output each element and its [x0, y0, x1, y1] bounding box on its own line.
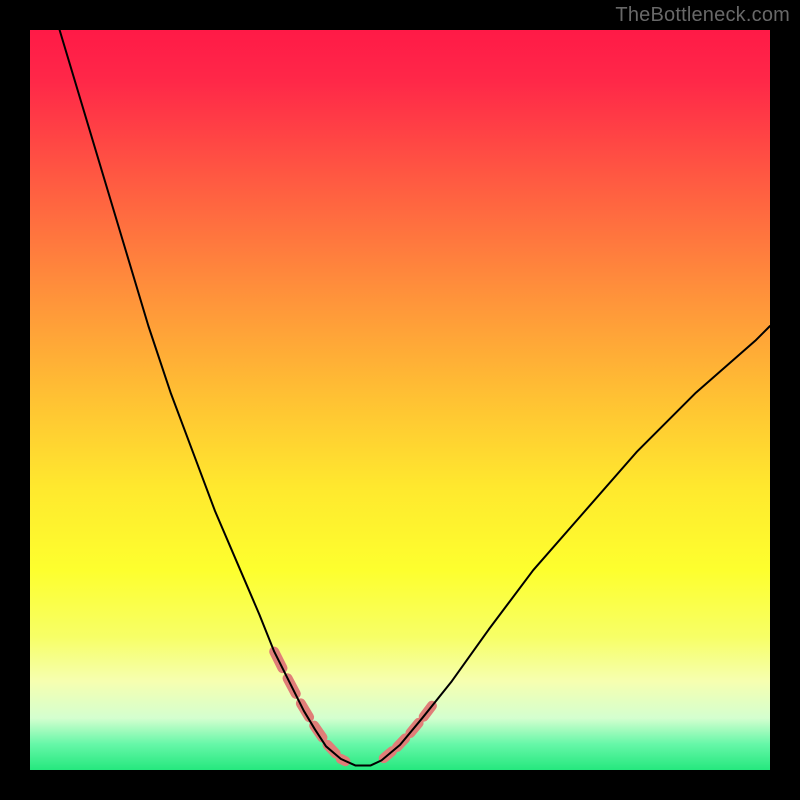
chart-frame: TheBottleneck.com	[0, 0, 800, 800]
bottleneck-chart	[0, 0, 800, 800]
watermark-text: TheBottleneck.com	[615, 4, 790, 27]
plot-background	[30, 30, 770, 770]
